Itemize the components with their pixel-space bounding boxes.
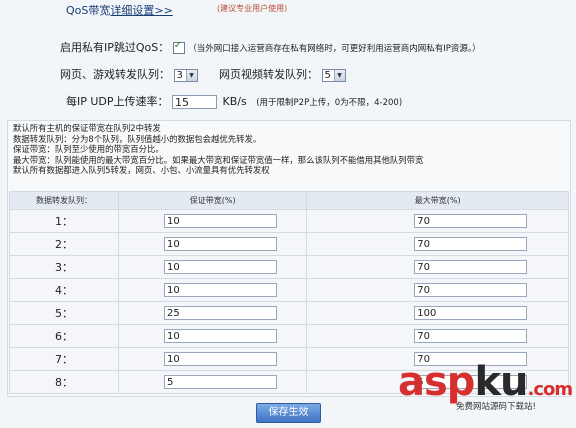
guaranteed-input[interactable]: 10 bbox=[164, 283, 277, 297]
web-video-row: 网页视频转发队列： 5 ▼ bbox=[219, 66, 346, 82]
web-game-row: 网页、游戏转发队列： 3 ▼ bbox=[60, 66, 198, 82]
web-video-select[interactable]: 5 ▼ bbox=[321, 68, 346, 82]
private-ip-checkbox[interactable] bbox=[172, 40, 185, 54]
table-row: 1： 10 70 bbox=[9, 209, 569, 233]
udp-row: 每IP UDP上传速率： 15 KB/s (用于限制P2P上传，0为不限，4-2… bbox=[66, 93, 402, 109]
max-input[interactable]: 100 bbox=[414, 306, 528, 320]
header-guaranteed: 保证带宽(%) bbox=[117, 191, 308, 210]
desc-line: 默认所有主机的保证带宽在队列2中转发 bbox=[13, 123, 161, 133]
desc-line: 默认所有数据都进入队列5转发，网页、小包、小流量具有优先转发权 bbox=[13, 165, 270, 175]
table-row: 4： 10 70 bbox=[9, 278, 569, 302]
table-row: 3： 10 70 bbox=[9, 255, 569, 279]
private-ip-label: 启用私有IP跳过QoS： bbox=[60, 41, 170, 54]
table-row: 2： 10 70 bbox=[9, 232, 569, 256]
guaranteed-input[interactable]: 10 bbox=[164, 237, 277, 251]
queue-label: 5： bbox=[9, 301, 119, 325]
header-max: 最大带宽(%) bbox=[306, 191, 569, 210]
watermark-sub: 免费网站源码下载站! bbox=[456, 402, 536, 412]
save-button[interactable]: 保存生效 bbox=[256, 403, 321, 423]
queue-label: 1： bbox=[9, 209, 119, 233]
udp-rate-input[interactable]: 15 bbox=[172, 95, 218, 109]
guaranteed-input[interactable]: 10 bbox=[164, 214, 277, 228]
queue-label: 6： bbox=[9, 324, 119, 348]
guaranteed-input[interactable]: 10 bbox=[164, 352, 277, 366]
table-row: 5： 25 100 bbox=[9, 301, 569, 325]
web-video-label: 网页视频转发队列： bbox=[219, 68, 318, 81]
qos-detail-link[interactable]: 详细设置>> bbox=[110, 4, 172, 17]
web-game-select[interactable]: 3 ▼ bbox=[173, 68, 198, 82]
max-input[interactable]: 70 bbox=[414, 329, 528, 343]
chevron-down-icon: ▼ bbox=[185, 69, 197, 81]
guaranteed-input[interactable]: 10 bbox=[164, 329, 277, 343]
web-game-value: 3 bbox=[176, 69, 183, 81]
desc-line: 保证带宽：队列至少使用的带宽百分比。 bbox=[13, 144, 164, 154]
queue-label: 3： bbox=[9, 255, 119, 279]
queue-label: 4： bbox=[9, 278, 119, 302]
table-header: 数据转发队列： 保证带宽(%) 最大带宽(%) bbox=[9, 191, 569, 210]
udp-unit: KB/s bbox=[222, 95, 247, 108]
queue-label: 7： bbox=[9, 347, 119, 371]
chevron-down-icon: ▼ bbox=[333, 69, 345, 81]
header-queue: 数据转发队列： bbox=[9, 191, 119, 210]
watermark-ku: ku bbox=[474, 359, 528, 405]
web-video-value: 5 bbox=[324, 69, 331, 81]
qos-prefix: QoS带宽 bbox=[66, 4, 111, 17]
queue-description: 默认所有主机的保证带宽在队列2中转发 数据转发队列：分为8个队列，队列值越小的数… bbox=[13, 123, 423, 176]
desc-line: 最大带宽：队列能使用的最大带宽百分比。如果最大带宽和保证带宽值一样，那么该队列不… bbox=[13, 154, 424, 165]
private-ip-desc: （当外网口接入运营商存在私有网络时，可更好利用运营商内网私有IP资源。） bbox=[188, 44, 481, 54]
max-input[interactable]: 70 bbox=[414, 237, 528, 251]
udp-label: 每IP UDP上传速率： bbox=[66, 95, 169, 108]
queue-label: 2： bbox=[9, 232, 119, 256]
watermark-com: .com bbox=[527, 379, 574, 400]
guaranteed-input[interactable]: 10 bbox=[164, 260, 277, 274]
qos-detail-row: QoS带宽详细设置>> bbox=[66, 2, 173, 18]
max-input[interactable]: 70 bbox=[414, 283, 528, 297]
max-input[interactable]: 70 bbox=[414, 214, 528, 228]
qos-pro-note: (建议专业用户使用) bbox=[217, 4, 288, 13]
guaranteed-input[interactable]: 5 bbox=[164, 375, 277, 389]
private-ip-row: 启用私有IP跳过QoS： （当外网口接入运营商存在私有网络时，可更好利用运营商内… bbox=[60, 39, 481, 55]
max-input[interactable]: 70 bbox=[414, 260, 528, 274]
udp-note: (用于限制P2P上传，0为不限，4-200) bbox=[256, 98, 403, 108]
table-row: 6： 10 70 bbox=[9, 324, 569, 348]
watermark-asp: asp bbox=[398, 359, 475, 405]
desc-line: 数据转发队列：分为8个队列，队列值越小的数据包会越优先转发。 bbox=[13, 133, 262, 144]
aspku-watermark: aspku.com 免费网站源码下载站! bbox=[398, 359, 574, 412]
guaranteed-input[interactable]: 25 bbox=[164, 306, 277, 320]
web-game-label: 网页、游戏转发队列： bbox=[60, 68, 170, 81]
queue-label: 8： bbox=[9, 370, 119, 394]
